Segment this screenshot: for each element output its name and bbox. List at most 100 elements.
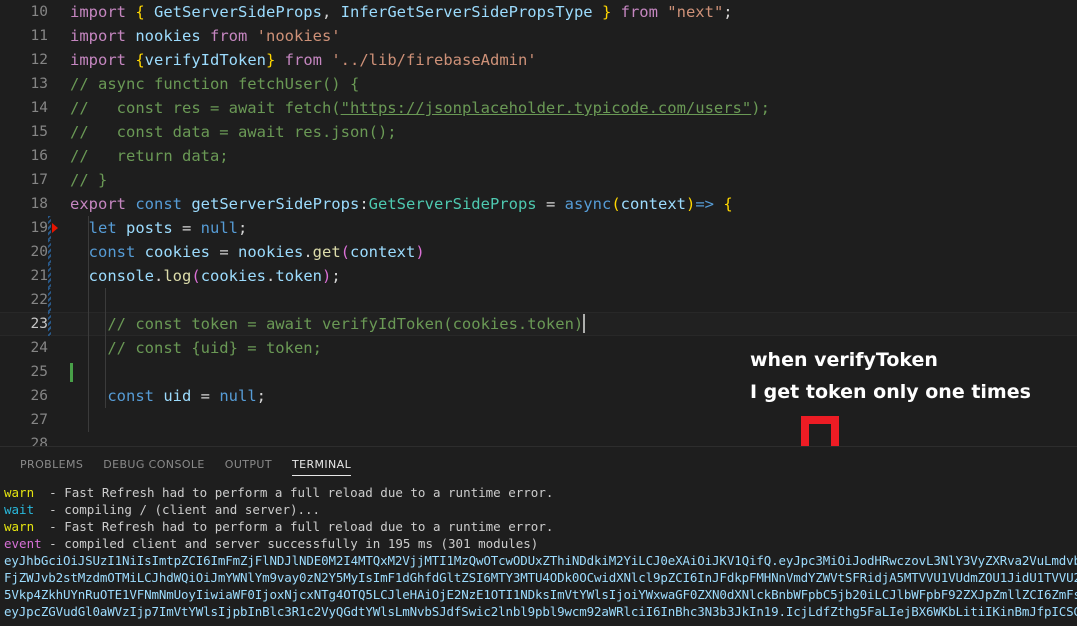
- code-text[interactable]: // const token = await verifyIdToken(coo…: [70, 312, 586, 336]
- code-text[interactable]: const cookies = nookies.get(context): [70, 240, 425, 264]
- indent-guide: [88, 384, 89, 408]
- code-token: InferGetServerSidePropsType: [331, 3, 602, 21]
- code-line[interactable]: 22: [0, 288, 1077, 312]
- code-text[interactable]: import nookies from 'nookies': [70, 24, 341, 48]
- terminal-line: warn - Fast Refresh had to perform a ful…: [4, 484, 1073, 501]
- fold-column[interactable]: [48, 288, 70, 312]
- code-text[interactable]: import {verifyIdToken} from '../lib/fire…: [70, 48, 537, 72]
- code-text[interactable]: console.log(cookies.token);: [70, 264, 341, 288]
- code-token: context: [350, 243, 416, 261]
- code-line[interactable]: 20 const cookies = nookies.get(context): [0, 240, 1077, 264]
- fold-column[interactable]: [48, 432, 70, 446]
- code-line[interactable]: 11 import nookies from 'nookies': [0, 24, 1077, 48]
- panel-tab-debug-console[interactable]: DEBUG CONSOLE: [93, 447, 215, 482]
- fold-column[interactable]: [48, 120, 70, 144]
- terminal-line: event - compiled client and server succe…: [4, 535, 1073, 552]
- line-number: 25: [30, 364, 48, 380]
- fold-column[interactable]: [48, 336, 70, 360]
- code-line[interactable]: 10 import { GetServerSideProps, InferGet…: [0, 0, 1077, 24]
- fold-column[interactable]: [48, 264, 70, 288]
- fold-column[interactable]: [48, 72, 70, 96]
- code-token: console: [88, 267, 154, 285]
- code-token: ;: [238, 219, 248, 237]
- fold-column[interactable]: [48, 360, 70, 384]
- code-line[interactable]: 13 // async function fetchUser() {: [0, 72, 1077, 96]
- fold-column[interactable]: [48, 144, 70, 168]
- breakpoint-marker-icon[interactable]: [52, 223, 58, 233]
- terminal-message: - Fast Refresh had to perform a full rel…: [34, 485, 554, 500]
- code-text[interactable]: export const getServerSideProps:GetServe…: [70, 192, 733, 216]
- code-token: '../lib/firebaseAdmin': [331, 51, 537, 69]
- code-token: // return data;: [70, 147, 229, 165]
- git-modified-marker: [48, 264, 51, 288]
- code-line[interactable]: 23 // const token = await verifyIdToken(…: [0, 312, 1077, 336]
- bottom-panel: PROBLEMS DEBUG CONSOLE OUTPUT TERMINAL warn…: [0, 446, 1077, 626]
- code-text[interactable]: // const data = await res.json();: [70, 120, 397, 144]
- fold-column[interactable]: [48, 240, 70, 264]
- code-token: "next": [667, 3, 724, 21]
- terminal-line: warn - Fast Refresh had to perform a ful…: [4, 518, 1073, 535]
- code-line[interactable]: 15 // const data = await res.json();: [0, 120, 1077, 144]
- git-modified-marker: [48, 312, 51, 336]
- code-text[interactable]: import { GetServerSideProps, InferGetSer…: [70, 0, 733, 24]
- fold-column[interactable]: [48, 192, 70, 216]
- code-token: .: [266, 267, 276, 285]
- code-token: import: [70, 51, 136, 69]
- code-text[interactable]: const uid = null;: [70, 384, 266, 408]
- code-line[interactable]: 17 // }: [0, 168, 1077, 192]
- panel-tab-terminal[interactable]: TERMINAL: [282, 447, 361, 482]
- code-text[interactable]: // const res = await fetch("https://json…: [70, 96, 770, 120]
- code-line[interactable]: 18 export const getServerSideProps:GetSe…: [0, 192, 1077, 216]
- code-text[interactable]: // async function fetchUser() {: [70, 72, 359, 96]
- indent-guide: [105, 384, 106, 408]
- code-text[interactable]: // return data;: [70, 144, 229, 168]
- code-token: ): [322, 267, 332, 285]
- terminal-jwt-line: FjZWJvb2stMzdmOTMiLCJhdWQiOiJmYWNlYm9vay…: [4, 570, 1077, 585]
- panel-tab-output[interactable]: OUTPUT: [215, 447, 282, 482]
- fold-column[interactable]: [48, 48, 70, 72]
- indent-guide: [88, 240, 89, 264]
- line-number: 23: [30, 316, 48, 332]
- fold-column[interactable]: [48, 24, 70, 48]
- code-line[interactable]: 28: [0, 432, 1077, 446]
- code-line[interactable]: 27: [0, 408, 1077, 432]
- code-token: "https://jsonplaceholder.typicode.com/us…: [340, 99, 752, 117]
- line-number: 13: [30, 76, 48, 92]
- code-token: .: [303, 243, 313, 261]
- fold-column[interactable]: [48, 312, 70, 336]
- code-token: );: [751, 99, 770, 117]
- line-number: 24: [30, 340, 48, 356]
- code-token: nookies: [135, 27, 201, 45]
- terminal-message: - Fast Refresh had to perform a full rel…: [34, 519, 554, 534]
- code-text[interactable]: // }: [70, 168, 107, 192]
- panel-tab-bar[interactable]: PROBLEMS DEBUG CONSOLE OUTPUT TERMINAL: [0, 447, 1077, 482]
- code-text[interactable]: let posts = null;: [70, 216, 248, 240]
- code-token: getServerSideProps: [191, 195, 360, 213]
- code-line[interactable]: 16 // return data;: [0, 144, 1077, 168]
- fold-column[interactable]: [48, 168, 70, 192]
- terminal-log-level: warn: [4, 485, 35, 500]
- indent-guide: [105, 360, 106, 384]
- code-text[interactable]: // const {uid} = token;: [70, 336, 322, 360]
- fold-column[interactable]: [48, 384, 70, 408]
- line-number: 16: [30, 148, 48, 164]
- fold-column[interactable]: [48, 96, 70, 120]
- panel-tab-problems[interactable]: PROBLEMS: [10, 447, 93, 482]
- code-token: =: [536, 195, 565, 213]
- code-line[interactable]: 12 import {verifyIdToken} from '../lib/f…: [0, 48, 1077, 72]
- code-token: export: [70, 195, 136, 213]
- line-number: 19: [30, 220, 48, 236]
- code-token: (: [340, 243, 351, 261]
- fold-column[interactable]: [48, 408, 70, 432]
- terminal-output[interactable]: warn - Fast Refresh had to perform a ful…: [0, 482, 1077, 620]
- code-line[interactable]: 19 let posts = null;: [0, 216, 1077, 240]
- code-line[interactable]: 21 console.log(cookies.token);: [0, 264, 1077, 288]
- terminal-message: - compiling / (client and server)...: [34, 502, 321, 517]
- line-number: 17: [30, 172, 48, 188]
- code-line[interactable]: 14 // const res = await fetch("https://j…: [0, 96, 1077, 120]
- fold-column[interactable]: [48, 0, 70, 24]
- terminal-jwt-line: 5Vkp4ZkhUYnRuOTE1VFNmNmUoyIiwiaWF0IjoxNj…: [4, 587, 1077, 602]
- code-token: import: [70, 27, 136, 45]
- annotation-text-line-2: I get token only one times: [750, 381, 1031, 403]
